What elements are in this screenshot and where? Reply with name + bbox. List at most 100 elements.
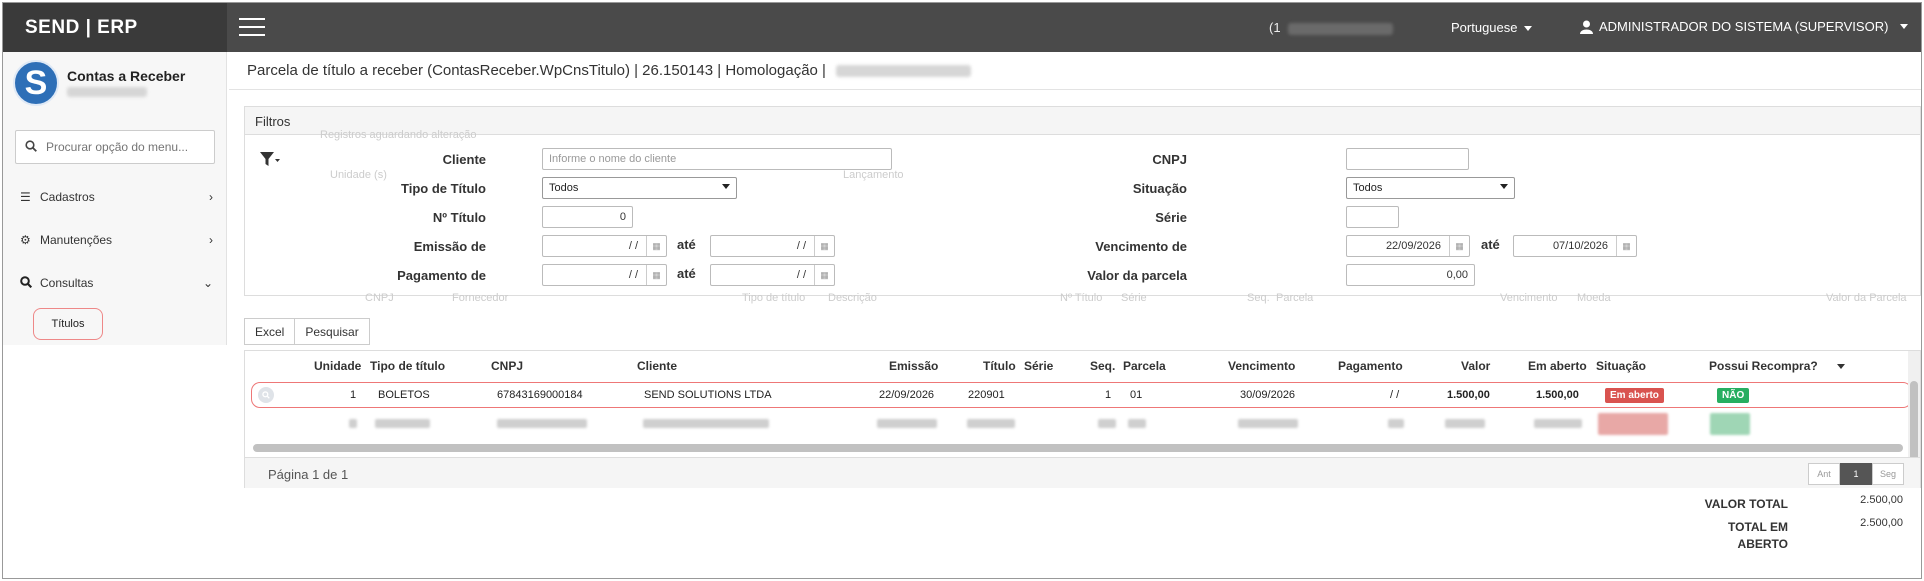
pager: Ant 1 Seg <box>1808 463 1904 485</box>
numero-titulo-input[interactable]: 0 <box>542 206 633 228</box>
horizontal-scrollbar[interactable] <box>253 444 1903 452</box>
emissao-to-input[interactable]: / / ▦ <box>710 235 835 257</box>
pagamento-from-input[interactable]: / / ▦ <box>542 264 667 286</box>
prev-page-button[interactable]: Ant <box>1808 463 1840 485</box>
col-header-serie[interactable]: Série <box>1024 359 1053 373</box>
col-header-cliente[interactable]: Cliente <box>637 359 677 373</box>
calendar-icon[interactable]: ▦ <box>646 236 666 256</box>
serie-input[interactable] <box>1346 206 1399 228</box>
pagamento-to-input[interactable]: / / ▦ <box>710 264 835 286</box>
sidebar-item-consultas[interactable]: Consultas ⌄ <box>3 263 227 303</box>
ghost-text: Parcela <box>1276 292 1314 304</box>
table-row[interactable]: 1 BOLETOS 67843169000184 SEND SOLUTIONS … <box>251 382 1912 408</box>
sidebar-item-label: Cadastros <box>40 190 95 204</box>
chevron-right-icon: › <box>209 190 213 204</box>
ghost-text: CNPJ <box>365 292 394 304</box>
blurred-cell <box>1388 419 1404 428</box>
vencimento-to-value: 07/10/2026 <box>1552 240 1608 252</box>
col-header-vencimento[interactable]: Vencimento <box>1228 359 1295 373</box>
blurred-cell <box>1238 419 1298 428</box>
top-bar: SEND | ERP (1 Portuguese ADMINISTRADOR D… <box>3 3 1921 52</box>
company-number: (1 <box>1269 20 1394 35</box>
brand-logo[interactable]: SEND | ERP <box>3 3 227 52</box>
user-name: ADMINISTRADOR DO SISTEMA (SUPERVISOR) <box>1599 19 1889 34</box>
view-icon[interactable] <box>258 387 274 403</box>
ghost-text: Moeda <box>1577 292 1611 304</box>
hamburger-menu-icon[interactable] <box>239 18 265 36</box>
cliente-input[interactable]: Informe o nome do cliente <box>542 148 892 170</box>
filter-icon[interactable] <box>260 152 280 173</box>
chevron-down-icon <box>1900 24 1909 29</box>
pagamento-label: Pagamento de <box>397 268 486 283</box>
situacao-select[interactable]: Todos <box>1346 177 1515 199</box>
language-label: Portuguese <box>1451 20 1518 35</box>
calendar-icon[interactable]: ▦ <box>646 265 666 285</box>
col-header-cnpj[interactable]: CNPJ <box>491 359 523 373</box>
language-selector[interactable]: Portuguese <box>1451 20 1532 35</box>
app-window: SEND | ERP (1 Portuguese ADMINISTRADOR D… <box>2 2 1922 579</box>
cogs-icon: ⚙ <box>20 233 31 247</box>
col-header-em-aberto[interactable]: Em aberto <box>1528 359 1587 373</box>
calendar-icon[interactable]: ▦ <box>814 265 834 285</box>
filters-heading: Filtros <box>245 107 1920 135</box>
excel-button[interactable]: Excel <box>244 318 296 345</box>
calendar-icon[interactable]: ▦ <box>1449 236 1469 256</box>
emissao-label: Emissão de <box>413 239 486 254</box>
search-icon <box>20 275 40 291</box>
calendar-icon[interactable]: ▦ <box>814 236 834 256</box>
col-header-situacao[interactable]: Situação <box>1596 359 1646 373</box>
sidebar-subitem-titulos[interactable]: Títulos <box>33 308 103 340</box>
emissao-from-value: / / <box>628 240 638 252</box>
cell-valor: 1.500,00 <box>1447 389 1490 401</box>
page-1-button[interactable]: 1 <box>1840 463 1872 485</box>
chevron-down-icon <box>1523 26 1532 32</box>
blurred-cell <box>1098 419 1116 428</box>
menu-search[interactable] <box>15 130 215 164</box>
module-title: Contas a Receber <box>67 68 186 84</box>
status-badge: Em aberto <box>1605 388 1664 403</box>
column-menu-icon[interactable] <box>1837 364 1845 369</box>
col-header-emissao[interactable]: Emissão <box>889 359 938 373</box>
tipo-titulo-value: Todos <box>549 182 579 194</box>
results-grid: Unidade Tipo de título CNPJ Cliente Emis… <box>244 350 1921 488</box>
grid-toolbar: Excel Pesquisar <box>244 318 370 345</box>
col-header-titulo[interactable]: Título <box>983 359 1016 373</box>
chevron-right-icon: › <box>209 233 213 247</box>
page-title-text: Parcela de título a receber (ContasReceb… <box>247 62 826 79</box>
sidebar-item-cadastros[interactable]: ☰ Cadastros › <box>3 177 227 217</box>
ate-label: até <box>1481 237 1500 252</box>
next-page-button[interactable]: Seg <box>1872 463 1904 485</box>
table-row[interactable] <box>245 411 1920 435</box>
pesquisar-button[interactable]: Pesquisar <box>295 318 370 345</box>
col-header-parcela[interactable]: Parcela <box>1123 359 1166 373</box>
blurred-cell <box>349 419 357 428</box>
tipo-titulo-select[interactable]: Todos <box>542 177 737 199</box>
cnpj-label: CNPJ <box>1152 152 1187 167</box>
ghost-text: Tipo de título <box>742 292 806 304</box>
ghost-text: Descrição <box>828 292 877 304</box>
emissao-to-value: / / <box>796 240 806 252</box>
sidebar-item-label: Manutenções <box>40 233 113 247</box>
calendar-icon[interactable]: ▦ <box>1616 236 1636 256</box>
ghost-text: Registros aguardando alteração <box>320 129 477 141</box>
col-header-tipo[interactable]: Tipo de título <box>370 359 445 373</box>
vencimento-from-input[interactable]: 22/09/2026 ▦ <box>1346 235 1470 257</box>
situacao-value: Todos <box>1353 182 1383 194</box>
sidebar-item-manutencoes[interactable]: ⚙ Manutenções › <box>3 220 227 260</box>
col-header-recompra[interactable]: Possui Recompra? <box>1709 359 1818 373</box>
cell-pagamento: / / <box>1390 389 1400 401</box>
emissao-from-input[interactable]: / / ▦ <box>542 235 667 257</box>
situacao-label: Situação <box>1132 181 1187 196</box>
valor-parcela-input[interactable]: 0,00 <box>1346 264 1475 286</box>
col-header-valor[interactable]: Valor <box>1461 359 1490 373</box>
col-header-seq[interactable]: Seq. <box>1090 359 1115 373</box>
user-menu[interactable]: ADMINISTRADOR DO SISTEMA (SUPERVISOR) <box>1580 19 1909 34</box>
col-header-pagamento[interactable]: Pagamento <box>1338 359 1403 373</box>
cnpj-input[interactable] <box>1346 148 1469 170</box>
valor-parcela-label: Valor da parcela <box>1087 268 1187 283</box>
menu-search-input[interactable] <box>46 140 206 154</box>
cell-cliente: SEND SOLUTIONS LTDA <box>644 389 772 401</box>
col-header-unidade[interactable]: Unidade <box>314 359 361 373</box>
vencimento-to-input[interactable]: 07/10/2026 ▦ <box>1513 235 1637 257</box>
pagamento-to-value: / / <box>796 269 806 281</box>
